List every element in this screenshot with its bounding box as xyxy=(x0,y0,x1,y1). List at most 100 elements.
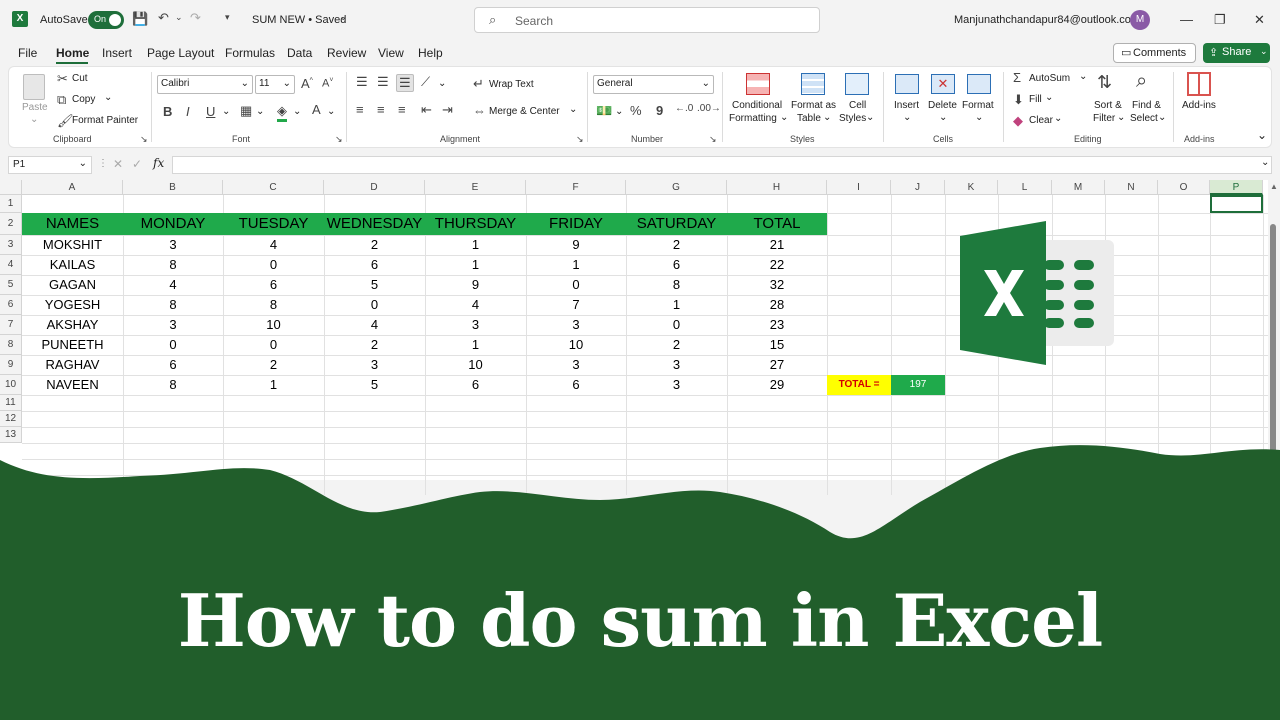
row-header-6[interactable]: 6 xyxy=(0,295,22,315)
cancel-entry-icon[interactable]: ✕ xyxy=(113,157,123,171)
value-cell[interactable]: 15 xyxy=(727,335,827,355)
paste-icon[interactable] xyxy=(23,74,45,100)
row-header-10[interactable]: 10 xyxy=(0,375,22,395)
copy-label[interactable]: Copy xyxy=(72,94,95,105)
column-header-l[interactable]: L xyxy=(998,180,1052,195)
borders-dropdown-icon[interactable]: ⌄ xyxy=(256,106,264,117)
avatar[interactable]: M xyxy=(1130,10,1150,30)
align-top-icon[interactable]: ☰ xyxy=(356,74,368,90)
increase-font-icon[interactable]: A^ xyxy=(301,76,313,91)
value-cell[interactable]: 1 xyxy=(626,295,727,315)
sort-filter-icon[interactable]: ⇅ xyxy=(1097,72,1112,93)
underline-dropdown-icon[interactable]: ⌄ xyxy=(222,106,230,117)
value-cell[interactable]: 9 xyxy=(526,235,626,255)
value-cell[interactable]: 21 xyxy=(727,235,827,255)
value-cell[interactable]: 3 xyxy=(626,355,727,375)
value-cell[interactable]: 2 xyxy=(626,335,727,355)
value-cell[interactable]: 0 xyxy=(123,335,223,355)
fill-label[interactable]: Fill xyxy=(1029,94,1042,105)
value-cell[interactable]: 6 xyxy=(626,255,727,275)
paste-dropdown-icon[interactable]: ⌄ xyxy=(30,114,38,125)
column-header-j[interactable]: J xyxy=(891,180,945,195)
header-cell[interactable]: WEDNESDAY xyxy=(324,213,425,235)
insert-cells-icon[interactable] xyxy=(895,74,919,94)
row-header-7[interactable]: 7 xyxy=(0,315,22,335)
scroll-up-icon[interactable]: ▲ xyxy=(1270,182,1278,191)
row-header-11[interactable]: 11 xyxy=(0,395,22,411)
tab-formulas[interactable]: Formulas xyxy=(225,46,275,60)
column-header-o[interactable]: O xyxy=(1158,180,1210,195)
collapse-ribbon-icon[interactable]: ⌄ xyxy=(1257,128,1267,142)
underline-button[interactable]: U xyxy=(206,104,215,119)
value-cell[interactable]: 6 xyxy=(123,355,223,375)
value-cell[interactable]: 1 xyxy=(425,255,526,275)
value-cell[interactable]: 4 xyxy=(223,235,324,255)
tab-insert[interactable]: Insert xyxy=(102,46,132,60)
font-color-dropdown-icon[interactable]: ⌄ xyxy=(327,106,335,117)
value-cell[interactable]: 6 xyxy=(223,275,324,295)
value-cell[interactable]: 1 xyxy=(425,235,526,255)
header-cell[interactable]: SATURDAY xyxy=(626,213,727,235)
vertical-scrollbar-thumb[interactable] xyxy=(1270,224,1276,454)
copy-dropdown-icon[interactable]: ⌄ xyxy=(104,92,112,103)
copy-icon[interactable]: ⧉ xyxy=(57,92,66,108)
minimize-icon[interactable]: — xyxy=(1180,12,1193,27)
value-cell[interactable]: 10 xyxy=(425,355,526,375)
add-ins-icon[interactable] xyxy=(1187,72,1211,96)
cell-styles-dropdown-icon[interactable]: ⌄ xyxy=(866,112,874,123)
value-cell[interactable]: 1 xyxy=(526,255,626,275)
column-header-i[interactable]: I xyxy=(827,180,891,195)
name-cell[interactable]: YOGESH xyxy=(22,295,123,315)
value-cell[interactable]: 8 xyxy=(223,295,324,315)
header-cell[interactable]: TOTAL xyxy=(727,213,827,235)
value-cell[interactable]: 3 xyxy=(123,315,223,335)
tab-file[interactable]: File xyxy=(18,46,37,60)
header-cell[interactable]: MONDAY xyxy=(123,213,223,235)
column-header-h[interactable]: H xyxy=(727,180,827,195)
value-cell[interactable]: 0 xyxy=(526,275,626,295)
conditional-formatting-dropdown-icon[interactable]: ⌄ xyxy=(780,112,788,123)
find-select-label-2[interactable]: Select xyxy=(1130,113,1158,124)
name-cell[interactable]: AKSHAY xyxy=(22,315,123,335)
value-cell[interactable]: 5 xyxy=(324,275,425,295)
conditional-formatting-icon[interactable] xyxy=(746,73,770,95)
value-cell[interactable]: 32 xyxy=(727,275,827,295)
header-cell[interactable]: TUESDAY xyxy=(223,213,324,235)
value-cell[interactable]: 3 xyxy=(526,355,626,375)
name-cell[interactable]: NAVEEN xyxy=(22,375,123,395)
select-all-corner[interactable] xyxy=(0,180,22,195)
font-size-select[interactable]: 11 ⌄ xyxy=(255,75,295,94)
cell-styles-label-1[interactable]: Cell xyxy=(849,100,866,111)
value-cell[interactable]: 10 xyxy=(526,335,626,355)
tab-help[interactable]: Help xyxy=(418,46,443,60)
row-header-2[interactable]: 2 xyxy=(0,213,22,235)
italic-button[interactable]: I xyxy=(186,104,190,119)
autosave-toggle[interactable]: On xyxy=(88,11,124,29)
name-cell[interactable]: RAGHAV xyxy=(22,355,123,375)
header-cell[interactable]: FRIDAY xyxy=(526,213,626,235)
cut-icon[interactable]: ✂ xyxy=(57,71,68,87)
autosum-dropdown-icon[interactable]: ⌄ xyxy=(1079,71,1087,82)
value-cell[interactable]: 8 xyxy=(626,275,727,295)
number-launcher-icon[interactable]: ↘ xyxy=(709,134,717,145)
total-value-cell[interactable]: 197 xyxy=(891,375,945,395)
align-center-icon[interactable]: ≡ xyxy=(377,102,385,117)
column-header-n[interactable]: N xyxy=(1105,180,1158,195)
clear-icon[interactable]: ◆ xyxy=(1013,113,1023,129)
format-painter-label[interactable]: Format Painter xyxy=(72,115,138,126)
fill-icon[interactable]: ⬇ xyxy=(1013,92,1024,108)
name-cell[interactable]: MOKSHIT xyxy=(22,235,123,255)
value-cell[interactable]: 8 xyxy=(123,295,223,315)
search-box[interactable]: ⌕ Search xyxy=(474,7,820,33)
font-color-icon[interactable]: A xyxy=(312,102,321,117)
header-cell[interactable]: THURSDAY xyxy=(425,213,526,235)
conditional-formatting-label-1[interactable]: Conditional xyxy=(732,100,782,111)
row-header-4[interactable]: 4 xyxy=(0,255,22,275)
value-cell[interactable]: 3 xyxy=(626,375,727,395)
save-icon[interactable]: 💾 xyxy=(132,11,148,27)
decrease-decimal-icon[interactable]: .00→ xyxy=(697,103,721,114)
decrease-font-icon[interactable]: A˅ xyxy=(322,77,333,90)
value-cell[interactable]: 0 xyxy=(223,335,324,355)
value-cell[interactable]: 1 xyxy=(425,335,526,355)
column-header-k[interactable]: K xyxy=(945,180,998,195)
